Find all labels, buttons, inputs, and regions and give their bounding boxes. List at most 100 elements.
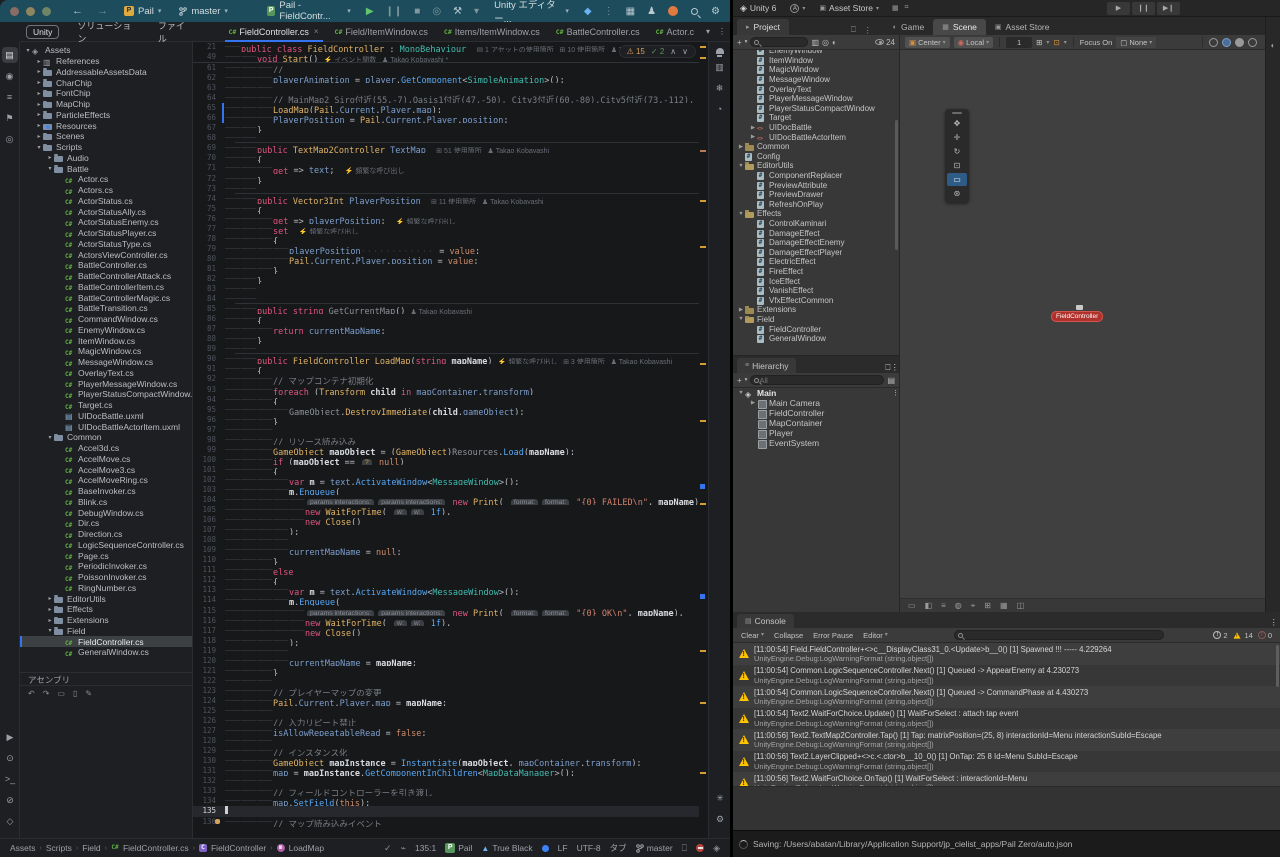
tree-item[interactable]: UIDocBattle.uxml <box>20 411 192 422</box>
color-scheme-widget[interactable]: ▲ True Black <box>481 843 532 853</box>
scene-audio-toggle[interactable] <box>1222 38 1231 47</box>
toolbar-icon[interactable]: ◎ <box>822 38 829 47</box>
code-line-125[interactable]: 125————————— <box>193 706 708 716</box>
tree-item[interactable]: BattleControllerAttack.cs <box>20 271 192 282</box>
scene-bottom-tool[interactable]: ◍ <box>955 601 962 610</box>
tree-item[interactable]: IceEffect <box>733 276 899 286</box>
lock-icon[interactable]: ⎕ <box>847 25 860 35</box>
code-line-114[interactable]: 114————————————m.Enqueue( <box>193 595 708 605</box>
tab-asset-store[interactable]: ▣ Asset Store <box>986 19 1059 35</box>
tree-item[interactable]: DamageEffect <box>733 228 899 238</box>
tab-project[interactable]: ▸ Project <box>737 19 789 35</box>
expand-arrow-icon[interactable]: ▶ <box>737 144 745 150</box>
bookmarks-icon[interactable]: ⚑ <box>2 110 18 126</box>
tree-item[interactable]: MagicWindow <box>733 65 899 75</box>
inspection-off-icon[interactable] <box>696 844 704 852</box>
ai-icon[interactable]: ✳ <box>712 790 728 806</box>
close-tab-icon[interactable]: × <box>314 27 319 36</box>
error-pause-button[interactable]: Error Pause <box>809 630 857 641</box>
scene-effects-toggle[interactable] <box>1235 38 1244 47</box>
code-line-135[interactable]: 135 <box>193 806 708 816</box>
duplicate-icon[interactable]: ▯ <box>73 689 77 698</box>
tree-item[interactable]: ActorStatusAlly.cs <box>20 206 192 217</box>
code-line-128[interactable]: 128————————— <box>193 736 708 746</box>
tree-item[interactable]: ItemWindow.cs <box>20 335 192 346</box>
scene-bottom-tool[interactable]: ⌖ <box>971 601 976 611</box>
code-line-64[interactable]: 64—————————// MainMap2 Siro付近(55,-7),Oas… <box>193 93 708 103</box>
code-line-95[interactable]: 95————————————GameObject.DestroyImmediat… <box>193 405 708 415</box>
expand-arrow-icon[interactable]: ▼ <box>737 211 745 217</box>
code-line-103[interactable]: 103————————————m.Enqueue( <box>193 485 708 495</box>
tree-item[interactable]: Player <box>733 428 899 438</box>
expand-arrow-icon[interactable]: ▶ <box>749 125 757 131</box>
assembly-header[interactable]: アセンブリ <box>20 672 192 686</box>
asset-store-menu[interactable]: ▣ Asset Store▾ <box>819 3 879 13</box>
code-line-106[interactable]: 106———————————————new Close() <box>193 515 708 525</box>
warning-filter-toggle[interactable]: 14 <box>1232 631 1252 640</box>
expand-arrow-icon[interactable]: ▸ <box>46 606 54 613</box>
code-line-82[interactable]: 82——————} <box>193 274 708 284</box>
tree-item[interactable]: BattleController.cs <box>20 260 192 271</box>
code-line-120[interactable]: 120————————————currentMapName = mapName; <box>193 656 708 666</box>
stripe-mark[interactable] <box>700 46 706 48</box>
tree-item[interactable]: ▶UIDocBattle <box>733 123 899 133</box>
code-line-81[interactable]: 81—————————} <box>193 264 708 274</box>
expand-arrow-icon[interactable]: ▼ <box>737 390 745 396</box>
device-icon[interactable]: ▥ <box>712 59 728 75</box>
tab-scene[interactable]: ▦ Scene <box>933 19 986 35</box>
tree-item[interactable]: ▼Main⋮ <box>733 388 899 398</box>
tree-item[interactable]: ▸AddressableAssetsData <box>20 67 192 78</box>
project-search[interactable] <box>750 37 808 47</box>
rotate-tool-icon[interactable]: ↻ <box>947 145 967 158</box>
code-line-96[interactable]: 96—————————} <box>193 415 708 425</box>
expand-arrow-icon[interactable]: ▸ <box>35 101 43 108</box>
scene-bottom-tool[interactable]: ◧ <box>925 601 933 610</box>
project-selector[interactable]: P Pail▾ <box>124 6 161 17</box>
tree-item[interactable]: ▾Field <box>20 626 192 637</box>
code-line-105[interactable]: 105———————————————new WaitForTime( w:w: … <box>193 505 708 515</box>
console-entry[interactable]: [11:00:54] Field.FieldController+<>c__Di… <box>733 643 1280 665</box>
tree-item[interactable]: RingNumber.cs <box>20 583 192 594</box>
branch-selector[interactable]: master▾ <box>179 6 228 17</box>
tree-item[interactable]: ▸CharChip <box>20 77 192 88</box>
code-line-109[interactable]: 109————————————currentMapName = null; <box>193 545 708 555</box>
scene-object-label[interactable]: FieldController <box>1051 311 1103 322</box>
visibility-counter[interactable]: 24 <box>875 38 895 47</box>
scrollbar[interactable] <box>1276 645 1279 687</box>
tree-item[interactable]: ElectricEffect <box>733 257 899 267</box>
build-chevron-icon[interactable]: ▾ <box>474 6 479 17</box>
expand-arrow-icon[interactable]: ▾ <box>35 144 43 151</box>
add-chevron-icon[interactable]: ▾ <box>745 377 748 383</box>
commit-icon[interactable]: ◉ <box>2 68 18 84</box>
palette-drag-handle[interactable] <box>945 109 969 116</box>
tree-item[interactable]: MapContainer <box>733 418 899 428</box>
search-input[interactable] <box>759 38 804 47</box>
collapse-button[interactable]: Collapse <box>770 630 807 641</box>
tree-item[interactable]: PlayerMessageWindow.cs <box>20 378 192 389</box>
tree-item[interactable]: ▶UIDocBattleActorItem <box>733 132 899 142</box>
pause-button[interactable]: ❙❙ <box>386 6 403 17</box>
tree-item[interactable]: AccelMoveRing.cs <box>20 475 192 486</box>
code-line-123[interactable]: 123—————————// プレイヤーマップの変更 <box>193 686 708 696</box>
encoding[interactable]: UTF-8 <box>577 843 601 853</box>
snowflake-icon[interactable]: ❄ <box>712 80 728 96</box>
expand-arrow-icon[interactable]: ▸ <box>46 154 54 161</box>
tree-item[interactable]: OverlayText <box>733 84 899 94</box>
console-entry[interactable]: [11:00:54] Common.LogicSequenceControlle… <box>733 686 1280 708</box>
tree-item[interactable]: Target.cs <box>20 400 192 411</box>
lock-icon[interactable]: ⎕ <box>682 843 687 854</box>
highlighting-icon[interactable]: ⌁ <box>401 843 406 854</box>
tree-item[interactable]: ▼EditorUtils <box>733 161 899 171</box>
code-line-111[interactable]: 111—————————else <box>193 565 708 575</box>
inspections-widget[interactable]: ⚠ 15 ✓ 2 ∧ ∨ <box>619 45 696 58</box>
breadcrumb-item[interactable]: Field <box>82 843 100 853</box>
code-line-118[interactable]: 118————————————); <box>193 636 708 646</box>
breadcrumb-item[interactable]: Scripts <box>46 843 72 853</box>
grid-size-field[interactable]: 1 <box>1006 37 1032 48</box>
run-icon[interactable]: ▶ <box>2 729 18 745</box>
window-controls[interactable] <box>10 7 51 16</box>
tree-item[interactable]: ▸MapChip <box>20 99 192 110</box>
tree-item[interactable]: PeriodicInvoker.cs <box>20 561 192 572</box>
tree-item[interactable]: ▶Common <box>733 142 899 152</box>
tree-item[interactable]: ▼Field <box>733 315 899 325</box>
